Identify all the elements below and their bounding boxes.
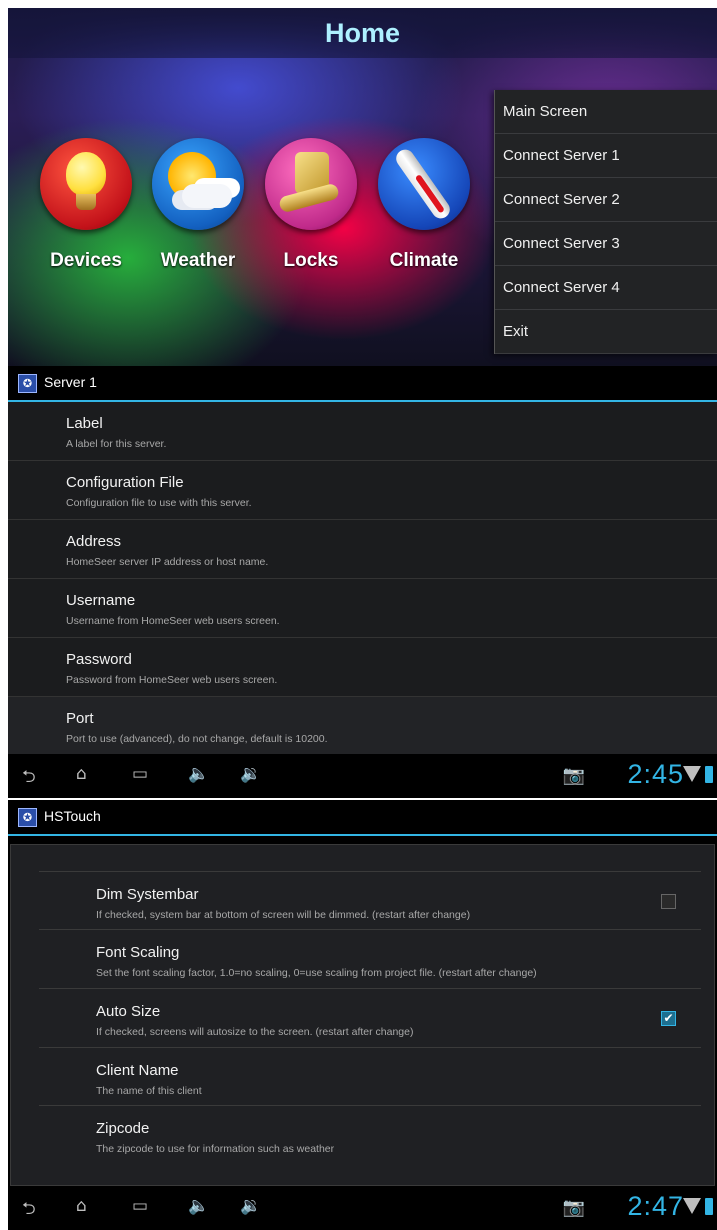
pref-title: Auto Size: [96, 1003, 161, 1020]
pref-title: Label: [66, 415, 103, 432]
thermometer-icon: [378, 138, 470, 230]
pref-password[interactable]: Password Password from HomeSeer web user…: [8, 638, 717, 697]
menu-item-exit[interactable]: Exit: [495, 310, 717, 354]
climate-label: Climate: [389, 250, 459, 271]
pref-summary: The zipcode to use for information such …: [96, 1143, 335, 1155]
back-icon[interactable]: ⮌: [22, 764, 36, 793]
locks-label: Locks: [283, 250, 339, 271]
settings-list: Dim Systembar If checked, system bar at …: [10, 844, 715, 1186]
pref-summary: Password from HomeSeer web users screen.: [66, 674, 278, 686]
pref-configuration-file[interactable]: Configuration File Configuration file to…: [8, 461, 717, 520]
camera-icon[interactable]: 📷: [563, 765, 585, 786]
pref-summary: The name of this client: [96, 1085, 202, 1097]
home-icon[interactable]: ⌂: [76, 1196, 87, 1216]
pref-title: Client Name: [96, 1062, 179, 1079]
back-icon[interactable]: ⮌: [22, 1196, 36, 1225]
menu-item-connect-server-3[interactable]: Connect Server 3: [495, 222, 717, 266]
camera-icon[interactable]: 📷: [563, 1197, 585, 1218]
clock: 2:45: [627, 759, 684, 789]
locks-tile[interactable]: Locks: [261, 138, 361, 272]
pref-label[interactable]: Label A label for this server.: [8, 402, 717, 461]
weather-label: Weather: [160, 250, 236, 271]
overflow-menu: Main Screen Connect Server 1 Connect Ser…: [494, 90, 717, 354]
system-navbar: ⮌ ⌂ ▭ 🔈 🔉 📷 2:45: [8, 754, 717, 798]
lightbulb-icon: [40, 138, 132, 230]
auto-size-checkbox[interactable]: ✔: [661, 1011, 676, 1026]
pref-title: Dim Systembar: [96, 886, 199, 903]
recent-apps-icon[interactable]: ▭: [132, 764, 148, 784]
wifi-icon: [683, 766, 701, 782]
menu-item-connect-server-2[interactable]: Connect Server 2: [495, 178, 717, 222]
pref-summary: Port to use (advanced), do not change, d…: [66, 733, 328, 745]
pref-summary: If checked, system bar at bottom of scre…: [96, 909, 471, 921]
menu-item-main-screen[interactable]: Main Screen: [495, 90, 717, 134]
system-navbar: ⮌ ⌂ ▭ 🔈 🔉 📷 2:47: [8, 1186, 717, 1230]
app-icon: ✪: [18, 808, 37, 827]
pref-username[interactable]: Username Username from HomeSeer web user…: [8, 579, 717, 638]
pref-title: Address: [66, 533, 122, 550]
pref-title: Password: [66, 651, 132, 668]
pref-summary: HomeSeer server IP address or host name.: [66, 556, 269, 568]
page-title: HSTouch: [44, 808, 101, 824]
devices-label: Devices: [50, 250, 122, 271]
home-icon[interactable]: ⌂: [76, 764, 87, 784]
hstouch-settings-screen: ✪ HSTouch Dim Systembar If checked, syst…: [8, 800, 717, 1230]
clock: 2:47: [627, 1191, 684, 1221]
devices-tile[interactable]: Devices: [36, 138, 136, 272]
app-icon: ✪: [18, 374, 37, 393]
volume-down-icon[interactable]: 🔈: [188, 1196, 209, 1216]
dim-systembar-checkbox[interactable]: [661, 894, 676, 909]
pref-summary: Set the font scaling factor, 1.0=no scal…: [96, 967, 537, 979]
pref-port[interactable]: Port Port to use (advanced), do not chan…: [8, 697, 717, 756]
action-bar: ✪ HSTouch: [8, 800, 717, 836]
pref-title: Port: [66, 710, 94, 727]
volume-down-icon[interactable]: 🔈: [188, 764, 209, 784]
menu-item-connect-server-1[interactable]: Connect Server 1: [495, 134, 717, 178]
pref-auto-size[interactable]: Auto Size If checked, screens will autos…: [39, 988, 701, 1047]
volume-up-icon[interactable]: 🔉: [240, 764, 261, 784]
pref-summary: Username from HomeSeer web users screen.: [66, 615, 280, 627]
pref-title: Configuration File: [66, 474, 184, 491]
climate-tile[interactable]: Climate: [374, 138, 474, 272]
battery-icon: [705, 1198, 713, 1215]
pref-summary: Configuration file to use with this serv…: [66, 497, 252, 509]
lock-icon: [265, 138, 357, 230]
action-bar: ✪ Server 1: [8, 366, 717, 402]
pref-title: Font Scaling: [96, 944, 180, 961]
menu-item-connect-server-4[interactable]: Connect Server 4: [495, 266, 717, 310]
server-settings-screen: ✪ Server 1 Label A label for this server…: [8, 366, 717, 798]
pref-summary: If checked, screens will autosize to the…: [96, 1026, 414, 1038]
weather-icon: [152, 138, 244, 230]
wifi-icon: [683, 1198, 701, 1214]
pref-summary: A label for this server.: [66, 438, 167, 450]
weather-tile[interactable]: Weather: [148, 138, 248, 272]
home-screen: Home Devices Weather Locks Climate Main …: [8, 8, 717, 366]
pref-dim-systembar[interactable]: Dim Systembar If checked, system bar at …: [39, 871, 701, 930]
pref-client-name[interactable]: Client Name The name of this client: [39, 1047, 701, 1106]
pref-title: Zipcode: [96, 1120, 150, 1137]
recent-apps-icon[interactable]: ▭: [132, 1196, 148, 1216]
home-title: Home: [324, 18, 400, 48]
pref-address[interactable]: Address HomeSeer server IP address or ho…: [8, 520, 717, 579]
pref-title: Username: [66, 592, 136, 609]
volume-up-icon[interactable]: 🔉: [240, 1196, 261, 1216]
pref-zipcode[interactable]: Zipcode The zipcode to use for informati…: [39, 1105, 701, 1164]
page-title: Server 1: [44, 374, 97, 390]
battery-icon: [705, 766, 713, 783]
pref-font-scaling[interactable]: Font Scaling Set the font scaling factor…: [39, 929, 701, 988]
